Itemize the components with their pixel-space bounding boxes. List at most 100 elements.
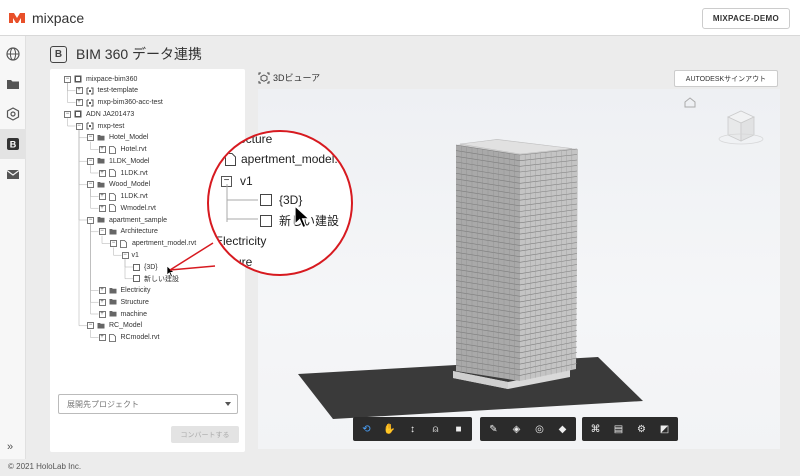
section-icon[interactable]: ◈ [507, 420, 526, 438]
tree-item[interactable]: − ADN JA201473 [64, 109, 134, 119]
expand-icon[interactable]: + [98, 204, 106, 212]
tree-item[interactable]: + machine [98, 309, 147, 319]
tree-item[interactable]: − apertment_model.rvt [110, 239, 196, 249]
home-icon[interactable] [684, 97, 696, 108]
hexagon-settings-icon[interactable] [5, 106, 21, 122]
svg-text:B: B [10, 140, 17, 150]
expand-icon[interactable]: + [98, 298, 106, 306]
tree-item[interactable]: + Wmodel.rvt [98, 203, 156, 213]
mail-icon[interactable] [5, 166, 21, 182]
structure-icon[interactable]: ⌘ [586, 420, 605, 438]
settings-icon[interactable]: ⚙ [632, 420, 651, 438]
tree-item[interactable]: +1LDK.rvt [98, 192, 148, 202]
hub-icon [74, 110, 82, 118]
folder-icon [97, 134, 105, 142]
file-icon [108, 145, 117, 154]
globe-icon[interactable] [5, 46, 21, 62]
measure-icon[interactable]: ✎ [484, 420, 503, 438]
expand-icon[interactable]: + [98, 334, 106, 341]
orbit-icon[interactable]: ⟲ [357, 420, 376, 438]
tree-item[interactable]: − 1LDK_Model [87, 156, 149, 166]
tree-item[interactable]: + Hotel.rvt [98, 145, 147, 155]
tree-item[interactable]: + Electricity [98, 286, 150, 296]
collapse-icon[interactable]: − [87, 181, 94, 189]
tree-item[interactable]: {3D} [133, 262, 158, 272]
collapse-icon[interactable]: − [87, 134, 94, 142]
expand-rail-icon[interactable]: » [7, 441, 13, 453]
convert-button[interactable]: コンバートする [171, 426, 239, 443]
collapse-icon[interactable]: − [121, 251, 129, 259]
tree-item-label: apartment_sample [109, 216, 167, 224]
tree-item-label: Wood_Model [109, 181, 151, 189]
tree-item-label: Hotel.rvt [120, 146, 147, 153]
view-cube[interactable] [718, 110, 764, 145]
tree-item[interactable]: − RC_Model [87, 321, 142, 331]
tree-item[interactable]: − v1 [121, 250, 139, 260]
collapse-icon[interactable]: − [87, 157, 94, 165]
target-project-placeholder: 展開先プロジェクト [67, 399, 139, 409]
tree-item[interactable]: + RCmodel.rvt [98, 333, 159, 343]
tree-item-label: RC_Model [109, 322, 143, 330]
file-icon [108, 169, 117, 177]
expand-icon[interactable]: + [98, 169, 106, 177]
properties-icon[interactable]: ▤ [609, 420, 628, 438]
tree-item[interactable]: − mixpace-bim360 [64, 74, 137, 84]
fullscreen-icon[interactable]: ◩ [655, 420, 674, 438]
first-person-icon[interactable]: ⍝ [426, 420, 445, 438]
tree-item[interactable]: − mxp-test [75, 121, 124, 131]
tree-item[interactable]: − Hotel_Model [87, 133, 148, 143]
side-rail: B » [0, 36, 26, 459]
tree-item[interactable]: − apartment_sample [87, 215, 167, 225]
autodesk-signout-button[interactable]: AUTODESKサインアウト [674, 70, 778, 87]
view-checkbox[interactable] [133, 275, 140, 283]
collapse-icon[interactable]: − [87, 216, 94, 224]
collapse-icon[interactable]: − [110, 240, 117, 247]
tree-item[interactable]: + mxp-bim360-acc-test [75, 98, 163, 108]
project-icon [86, 122, 94, 130]
expand-icon[interactable]: + [98, 287, 106, 294]
project-icon [86, 99, 94, 107]
pan-icon[interactable]: ✋ [380, 420, 399, 438]
tree-item[interactable]: − Wood_Model [87, 180, 150, 190]
folder-icon[interactable] [5, 76, 21, 92]
view-checkbox[interactable] [133, 263, 140, 271]
tree-item[interactable]: + Structure [98, 297, 149, 307]
page-header: B BIM 360 データ連携 [50, 44, 202, 64]
file-icon [108, 333, 117, 342]
tree-item-label: ADN JA201473 [86, 110, 135, 118]
collapse-icon[interactable]: − [87, 322, 94, 330]
model-browser-icon[interactable]: ◆ [553, 420, 572, 438]
chevron-down-icon [225, 402, 231, 406]
tree-item[interactable]: +1LDK.rvt [98, 168, 148, 178]
zoom-icon[interactable]: ↕ [403, 420, 422, 438]
collapse-icon[interactable]: − [64, 75, 71, 83]
app-name: mixpace [32, 9, 85, 26]
viewer-title: 3Dビューア [273, 73, 321, 83]
collapse-icon[interactable]: − [98, 228, 106, 236]
page-title: BIM 360 データ連携 [76, 46, 203, 62]
tree-item[interactable]: + test-template [75, 86, 138, 96]
explode-icon[interactable]: ◎ [530, 420, 549, 438]
app-bar: mixpace MIXPACE-DEMO [0, 0, 800, 36]
expand-icon[interactable]: + [75, 87, 83, 95]
expand-icon[interactable]: + [98, 193, 106, 200]
expand-icon[interactable]: + [98, 310, 106, 318]
file-icon [108, 192, 117, 201]
collapse-icon[interactable]: − [75, 122, 83, 130]
tree-item-label: v1 [131, 251, 139, 259]
collapse-icon[interactable]: − [64, 110, 71, 118]
mouse-cursor-icon [293, 204, 311, 235]
tree-item-label: 1LDK.rvt [120, 193, 148, 200]
user-account-button[interactable]: MIXPACE-DEMO [701, 8, 790, 29]
camera-icon[interactable]: ■ [449, 420, 468, 438]
mixpace-logo[interactable] [8, 11, 26, 25]
target-project-select[interactable]: 展開先プロジェクト [58, 394, 238, 414]
folder-icon [109, 298, 117, 306]
tree-item-label: Structure [120, 298, 149, 306]
hub-icon [74, 75, 82, 83]
bim360-icon[interactable]: B [0, 129, 26, 159]
tree-item[interactable]: − Architecture [98, 227, 158, 237]
expand-icon[interactable]: + [98, 146, 106, 153]
expand-icon[interactable]: + [75, 99, 83, 106]
viewer-toolbar-navigation: ⟲ ✋ ↕ ⍝ ■ [353, 417, 472, 441]
